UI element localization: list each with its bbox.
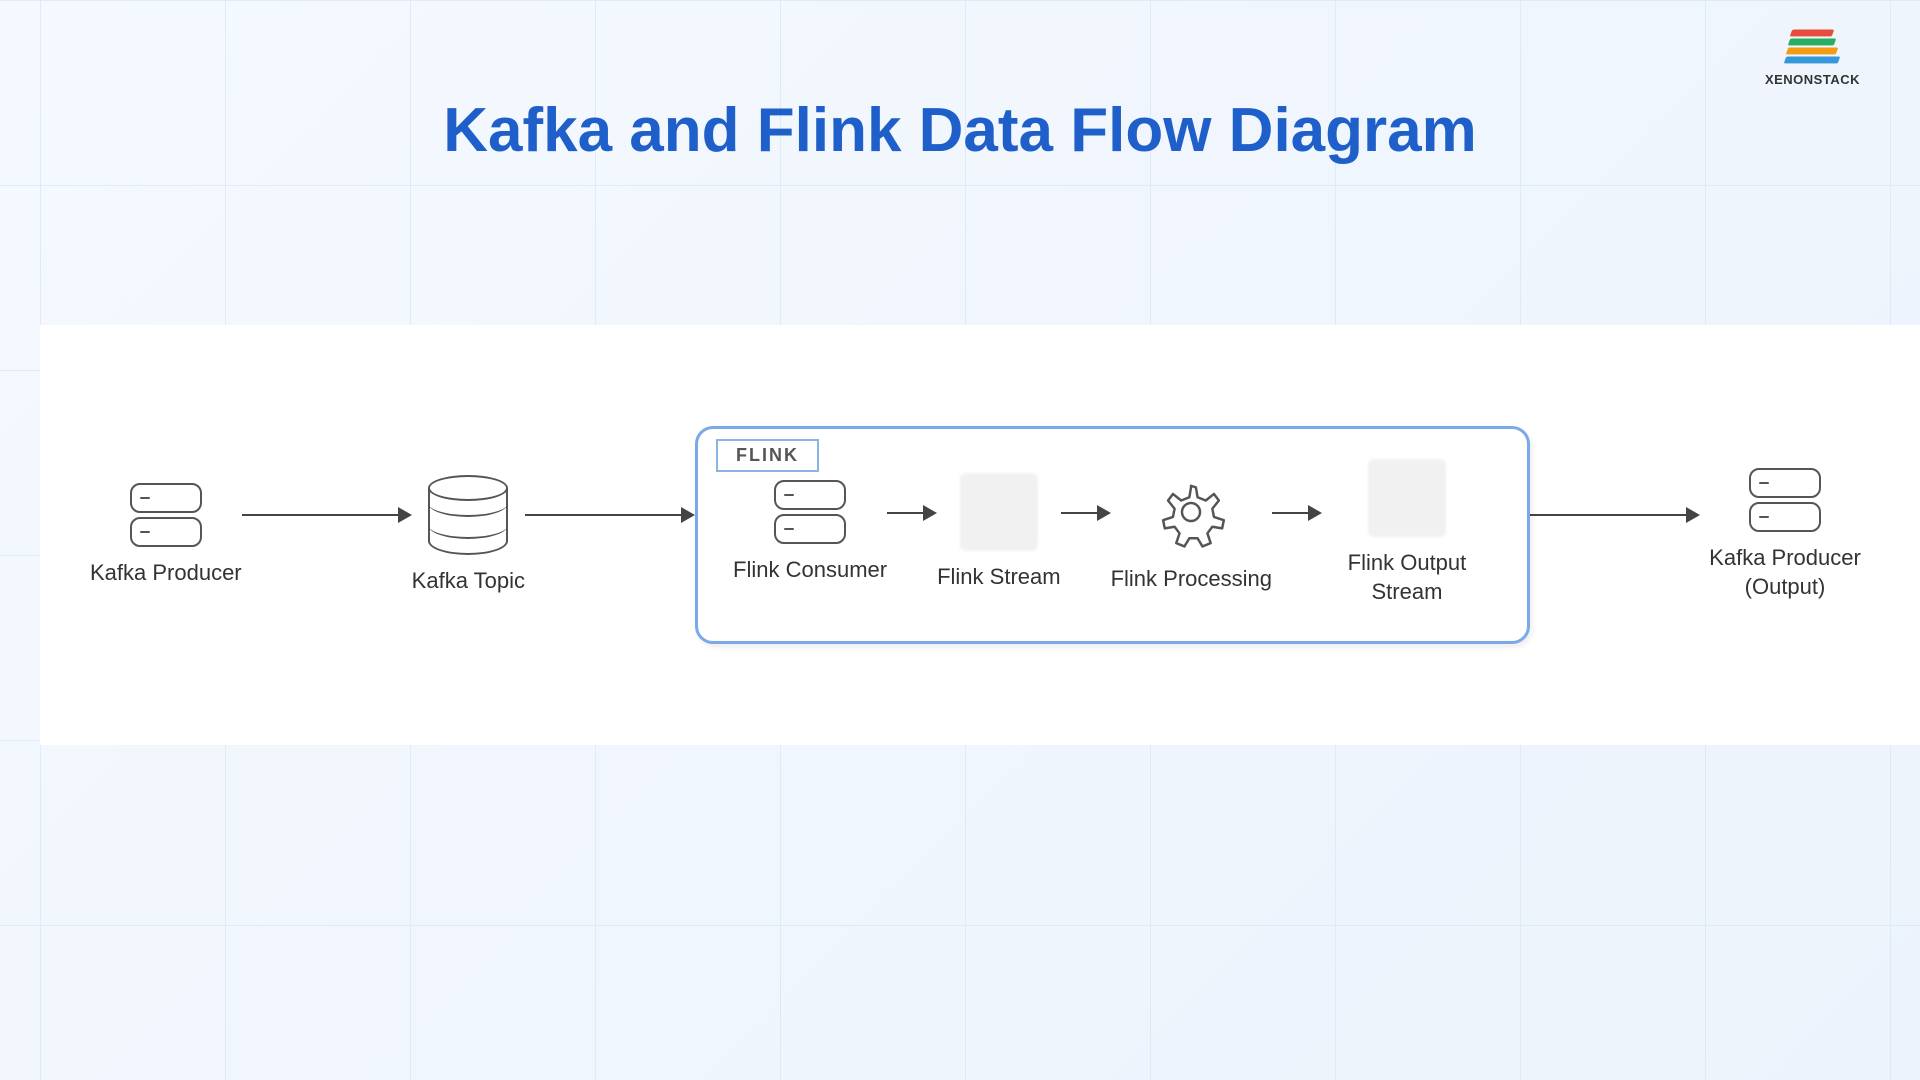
server-stack-icon [130, 483, 202, 547]
node-kafka-producer: Kafka Producer [90, 483, 242, 588]
brand-logo: XENONSTACK [1765, 30, 1860, 87]
stream-placeholder-icon [960, 473, 1038, 551]
flow-arrow [1061, 505, 1111, 561]
flow-arrow [1272, 505, 1322, 561]
node-label: Kafka Topic [412, 567, 525, 596]
node-flink-consumer: Flink Consumer [733, 480, 887, 585]
node-label: Flink Processing [1111, 565, 1272, 594]
node-label: Kafka Producer (Output) [1700, 544, 1870, 601]
flow-arrow [525, 507, 695, 563]
brand-stack-icon [1765, 30, 1860, 66]
diagram-panel: Kafka Producer Kafka Topic FLINK Flink C… [40, 325, 1920, 745]
flink-group: FLINK Flink Consumer Flink Stream [695, 426, 1530, 644]
flow-arrow [887, 505, 937, 561]
node-label: Kafka Producer [90, 559, 242, 588]
server-stack-icon [774, 480, 846, 544]
node-label: Flink Output Stream [1322, 549, 1492, 606]
server-stack-icon [1749, 468, 1821, 532]
page-title: Kafka and Flink Data Flow Diagram [0, 95, 1920, 166]
node-flink-processing: Flink Processing [1111, 471, 1272, 594]
node-flink-output-stream: Flink Output Stream [1322, 459, 1492, 606]
data-flow: Kafka Producer Kafka Topic FLINK Flink C… [90, 426, 1870, 644]
stream-placeholder-icon [1368, 459, 1446, 537]
database-icon [428, 475, 508, 555]
node-kafka-producer-output: Kafka Producer (Output) [1700, 468, 1870, 601]
flow-arrow [242, 507, 412, 563]
node-label: Flink Consumer [733, 556, 887, 585]
brand-name: XENONSTACK [1765, 72, 1860, 87]
flow-arrow [1530, 507, 1700, 563]
node-kafka-topic: Kafka Topic [412, 475, 525, 596]
node-label: Flink Stream [937, 563, 1060, 592]
flink-group-label: FLINK [716, 439, 819, 472]
node-flink-stream: Flink Stream [937, 473, 1060, 592]
gear-icon [1150, 471, 1232, 553]
